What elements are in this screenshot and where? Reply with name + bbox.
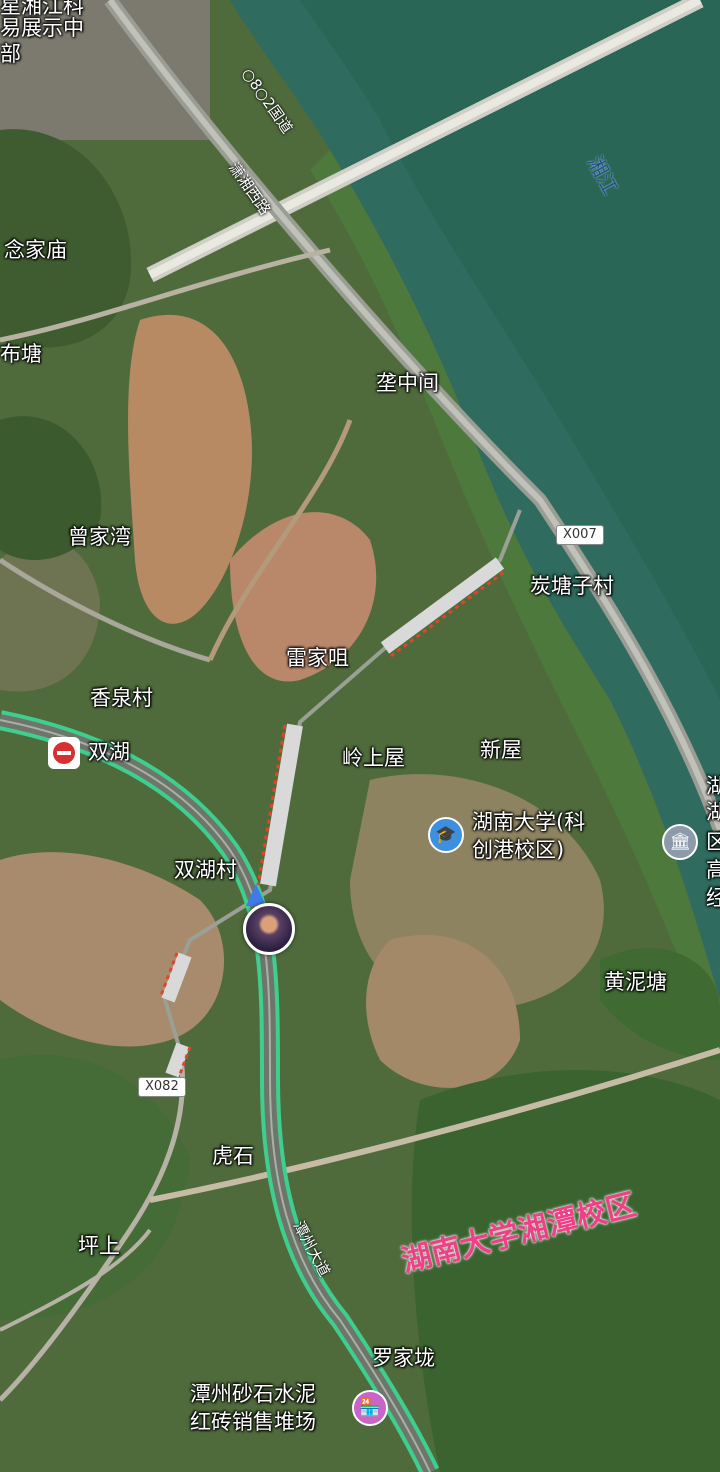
- place-label[interactable]: 香泉村: [90, 686, 153, 710]
- place-label[interactable]: 潭州砂石水泥: [190, 1382, 316, 1406]
- place-label[interactable]: 经: [706, 886, 720, 910]
- place-label[interactable]: 湖: [706, 800, 720, 824]
- place-label[interactable]: 坪上: [78, 1234, 120, 1258]
- place-label[interactable]: 新屋: [480, 738, 522, 762]
- school-icon[interactable]: 🎓: [428, 817, 464, 853]
- place-label[interactable]: 双湖村: [174, 858, 237, 882]
- place-label[interactable]: 布塘: [0, 342, 42, 366]
- place-label[interactable]: 高: [706, 858, 720, 882]
- shop-icon[interactable]: 🏪: [352, 1390, 388, 1426]
- place-label[interactable]: 部: [0, 42, 21, 66]
- place-label[interactable]: 红砖销售堆场: [190, 1410, 316, 1434]
- current-location-marker[interactable]: [243, 903, 295, 955]
- metro-station-icon[interactable]: [48, 737, 80, 769]
- place-label[interactable]: 虎石: [212, 1144, 254, 1168]
- place-label[interactable]: 岭上屋: [342, 746, 405, 770]
- place-label[interactable]: 罗家垅: [372, 1346, 435, 1370]
- place-label[interactable]: 创港校区): [472, 838, 564, 862]
- place-label[interactable]: 炭塘子村: [530, 574, 614, 598]
- place-label[interactable]: 雷家咀: [286, 646, 349, 670]
- place-label[interactable]: 念家庙: [4, 238, 67, 262]
- place-label[interactable]: 垄中间: [376, 371, 439, 395]
- place-label[interactable]: 区: [706, 830, 720, 854]
- route-shield-x007: X007: [556, 525, 604, 545]
- place-label[interactable]: 湖南大学(科: [472, 810, 585, 834]
- government-icon[interactable]: 🏛: [662, 824, 698, 860]
- map-canvas[interactable]: 湘江 潇湘西路 ○8○2国道 潭州大道 X007 X082 星湘江科 易展示中 …: [0, 0, 720, 1472]
- place-label[interactable]: 双湖: [88, 740, 130, 764]
- place-label[interactable]: 湖: [706, 774, 720, 798]
- place-label[interactable]: 曾家湾: [68, 525, 131, 549]
- route-shield-x082: X082: [138, 1077, 186, 1097]
- place-label[interactable]: 黄泥塘: [604, 970, 667, 994]
- place-label[interactable]: 易展示中: [0, 16, 84, 40]
